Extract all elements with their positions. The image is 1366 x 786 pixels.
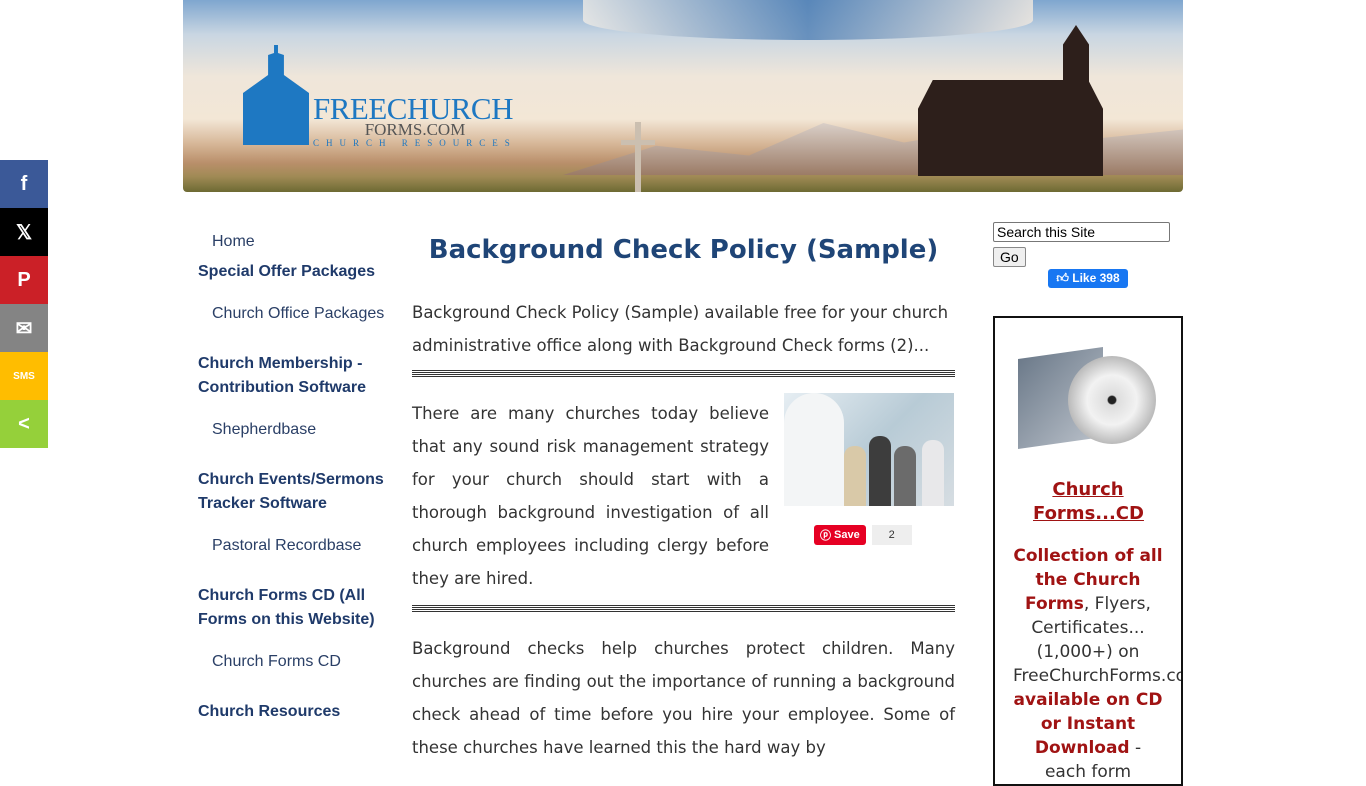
divider xyxy=(412,605,955,612)
go-button[interactable]: Go xyxy=(993,247,1026,267)
share-pinterest-button[interactable]: P xyxy=(0,256,48,304)
pinterest-save[interactable]: ⓟ Save 2 xyxy=(814,525,912,545)
main-content: Background Check Policy (Sample) Backgro… xyxy=(412,232,955,764)
search-input[interactable] xyxy=(993,222,1170,242)
share-share-button[interactable]: < xyxy=(0,400,48,448)
nav-item[interactable]: Home xyxy=(198,232,398,252)
church-forms-cd-promo: Church Forms...CD Collection of all the … xyxy=(993,316,1183,786)
cd-image[interactable] xyxy=(1018,347,1158,449)
share-sms-button[interactable]: SMS xyxy=(0,352,48,400)
facebook-icon: f xyxy=(20,172,28,195)
share-facebook-button[interactable]: f xyxy=(0,160,48,208)
nav-item[interactable]: Pastoral Recordbase xyxy=(198,536,398,556)
thumbs-up-icon: 👍︎ xyxy=(1056,271,1073,285)
pin-count: 2 xyxy=(871,525,912,545)
nav-item[interactable]: Church Forms CD (All Forms on this Websi… xyxy=(198,584,398,632)
nav-item[interactable]: Church Membership - Contribution Softwar… xyxy=(198,352,398,400)
share-icon: < xyxy=(18,412,30,435)
paragraph-2: Background checks help churches protect … xyxy=(412,639,955,757)
nav-item[interactable]: Shepherdbase xyxy=(198,420,398,440)
paragraph-1: There are many churches today believe th… xyxy=(412,404,769,588)
social-share-bar: f 𝕏 P ✉ SMS < xyxy=(0,160,48,448)
share-email-button[interactable]: ✉ xyxy=(0,304,48,352)
nav-item[interactable]: Church Forms CD xyxy=(198,652,398,672)
logo-subtext: FORMS.COM xyxy=(364,120,466,139)
church-logo-icon xyxy=(243,45,309,145)
business-people-image xyxy=(784,393,954,506)
header-banner: FREECHURCH FORMS.COM CHURCH RESOURCES xyxy=(183,0,1183,192)
divider xyxy=(412,370,955,377)
nav-item[interactable]: Church Office Packages xyxy=(198,304,398,324)
pinterest-icon: P xyxy=(17,268,31,291)
x-icon: 𝕏 xyxy=(15,221,33,244)
right-sidebar: Go 👍︎ Like 398 xyxy=(993,222,1183,288)
nav-item[interactable]: Church Resources xyxy=(198,700,398,724)
nav-item[interactable]: Church Events/Sermons Tracker Software xyxy=(198,468,398,516)
nav-item[interactable]: Special Offer Packages xyxy=(198,260,398,284)
like-count: Like 398 xyxy=(1072,271,1120,285)
email-icon: ✉ xyxy=(15,317,33,340)
facebook-like-button[interactable]: 👍︎ Like 398 xyxy=(1048,269,1128,288)
sidebar-nav: Home Special Offer Packages Church Office … xyxy=(198,232,398,724)
page-title: Background Check Policy (Sample) xyxy=(428,235,939,265)
church-image xyxy=(918,80,1103,176)
pinterest-icon: ⓟ xyxy=(820,530,831,542)
site-logo[interactable]: FREECHURCH FORMS.COM CHURCH RESOURCES xyxy=(243,45,523,150)
intro-text: Background Check Policy (Sample) availab… xyxy=(412,303,949,355)
save-label: Save xyxy=(834,529,860,541)
sms-icon: SMS xyxy=(13,370,35,382)
share-x-button[interactable]: 𝕏 xyxy=(0,208,48,256)
logo-tagline: CHURCH RESOURCES xyxy=(313,138,517,148)
cd-link[interactable]: Church Forms...CD xyxy=(1033,478,1144,526)
